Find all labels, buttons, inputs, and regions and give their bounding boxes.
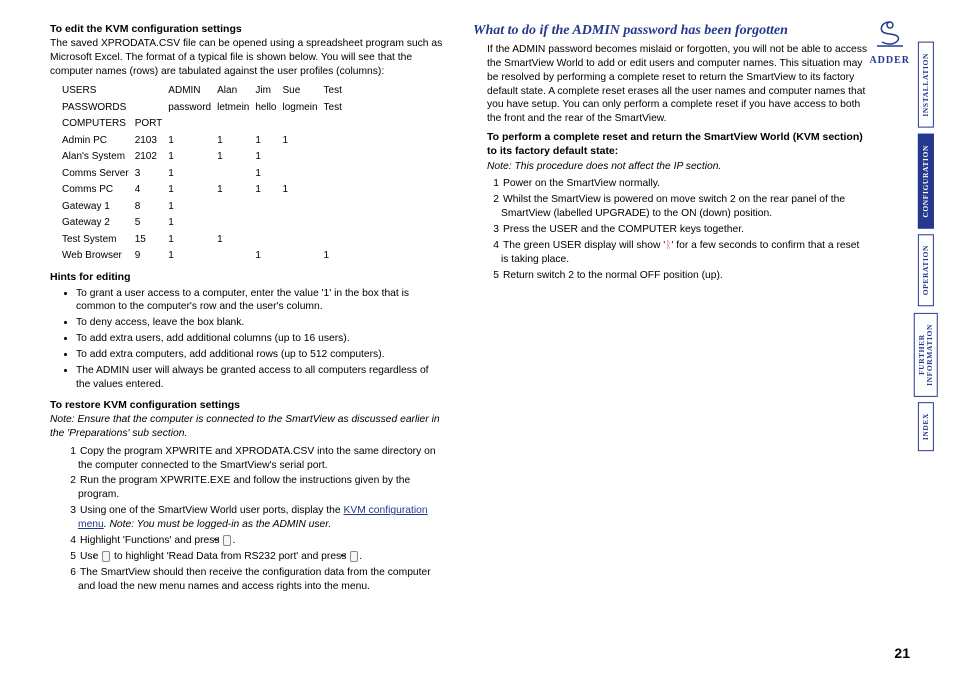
- tab-installation[interactable]: INSTALLATION: [918, 42, 934, 128]
- list-item: 2Run the program XPWRITE.EXE and follow …: [64, 474, 445, 502]
- table-row: Web Browser9111: [62, 248, 348, 265]
- list-item: 4The green USER display will show 'ᚱ' fo…: [487, 239, 868, 267]
- restore-steps: 1Copy the program XPWRITE and XPRODATA.C…: [50, 445, 445, 594]
- tab-further-information[interactable]: FURTHER INFORMATION: [914, 313, 938, 397]
- reset-steps: 1Power on the SmartView normally. 2Whils…: [473, 177, 868, 282]
- heading-forgotten-admin: What to do if the ADMIN password has bee…: [473, 22, 868, 41]
- table-row: Admin PC21031111: [62, 132, 348, 149]
- table-header-passwords: PASSWORDSpasswordletmeinhellologmeinTest: [62, 99, 348, 116]
- list-item: 5Return switch 2 to the normal OFF posit…: [487, 269, 868, 283]
- list-item: To deny access, leave the box blank.: [76, 316, 445, 330]
- side-nav-tabs: INSTALLATION CONFIGURATION OPERATION FUR…: [916, 42, 936, 458]
- left-column: To edit the KVM configuration settings T…: [50, 22, 445, 600]
- table-row: Test System1511: [62, 231, 348, 248]
- heading-restore: To restore KVM configuration settings: [50, 398, 445, 412]
- heading-complete-reset: To perform a complete reset and return t…: [473, 130, 868, 158]
- table-row: Gateway 181: [62, 198, 348, 215]
- heading-hints: Hints for editing: [50, 270, 445, 284]
- table-header-users: USERSADMINAlanJimSueTest: [62, 83, 348, 100]
- table-row: Gateway 251: [62, 215, 348, 232]
- forgotten-admin-text: If the ADMIN password becomes mislaid or…: [473, 43, 868, 126]
- table-row: Comms Server311: [62, 165, 348, 182]
- list-item: 2Whilst the SmartView is powered on move…: [487, 193, 868, 221]
- list-item: 5Use ↓ to highlight 'Read Data from RS23…: [64, 550, 445, 564]
- tab-configuration[interactable]: CONFIGURATION: [918, 134, 934, 229]
- edit-kvm-intro: The saved XPRODATA.CSV file can be opene…: [50, 37, 445, 79]
- table-row: Alan's System2102111: [62, 149, 348, 166]
- list-item: To grant a user access to a computer, en…: [76, 287, 445, 315]
- table-row: Comms PC41111: [62, 182, 348, 199]
- list-item: The ADMIN user will always be granted ac…: [76, 364, 445, 392]
- enter-key-icon: ↵: [223, 535, 231, 546]
- list-item: 3Using one of the SmartView World user p…: [64, 504, 445, 532]
- kvm-csv-table: USERSADMINAlanJimSueTest PASSWORDSpasswo…: [62, 83, 348, 265]
- manual-page: ADDER INSTALLATION CONFIGURATION OPERATI…: [0, 0, 954, 675]
- hints-list: To grant a user access to a computer, en…: [50, 287, 445, 392]
- list-item: 4Highlight 'Functions' and press ↵.: [64, 534, 445, 548]
- restore-note: Note: Ensure that the computer is connec…: [50, 413, 445, 441]
- adder-snake-icon: [873, 20, 907, 48]
- enter-key-icon: ↵: [350, 551, 358, 562]
- list-item: To add extra computers, add additional r…: [76, 348, 445, 362]
- brand-logo: ADDER: [869, 20, 910, 66]
- table-header-computers: COMPUTERSPORT: [62, 116, 348, 133]
- list-item: 3Press the USER and the COMPUTER keys to…: [487, 223, 868, 237]
- tab-index[interactable]: INDEX: [918, 402, 934, 451]
- list-item: 6The SmartView should then receive the c…: [64, 566, 445, 594]
- list-item: To add extra users, add additional colum…: [76, 332, 445, 346]
- tab-operation[interactable]: OPERATION: [918, 234, 934, 306]
- list-item: 1Copy the program XPWRITE and XPRODATA.C…: [64, 445, 445, 473]
- list-item: 1Power on the SmartView normally.: [487, 177, 868, 191]
- brand-name: ADDER: [869, 55, 910, 66]
- down-arrow-key-icon: ↓: [102, 551, 110, 562]
- reset-note: Note: This procedure does not affect the…: [473, 160, 868, 174]
- heading-edit-kvm: To edit the KVM configuration settings: [50, 22, 445, 36]
- page-number: 21: [894, 645, 910, 661]
- right-column: What to do if the ADMIN password has bee…: [473, 22, 868, 600]
